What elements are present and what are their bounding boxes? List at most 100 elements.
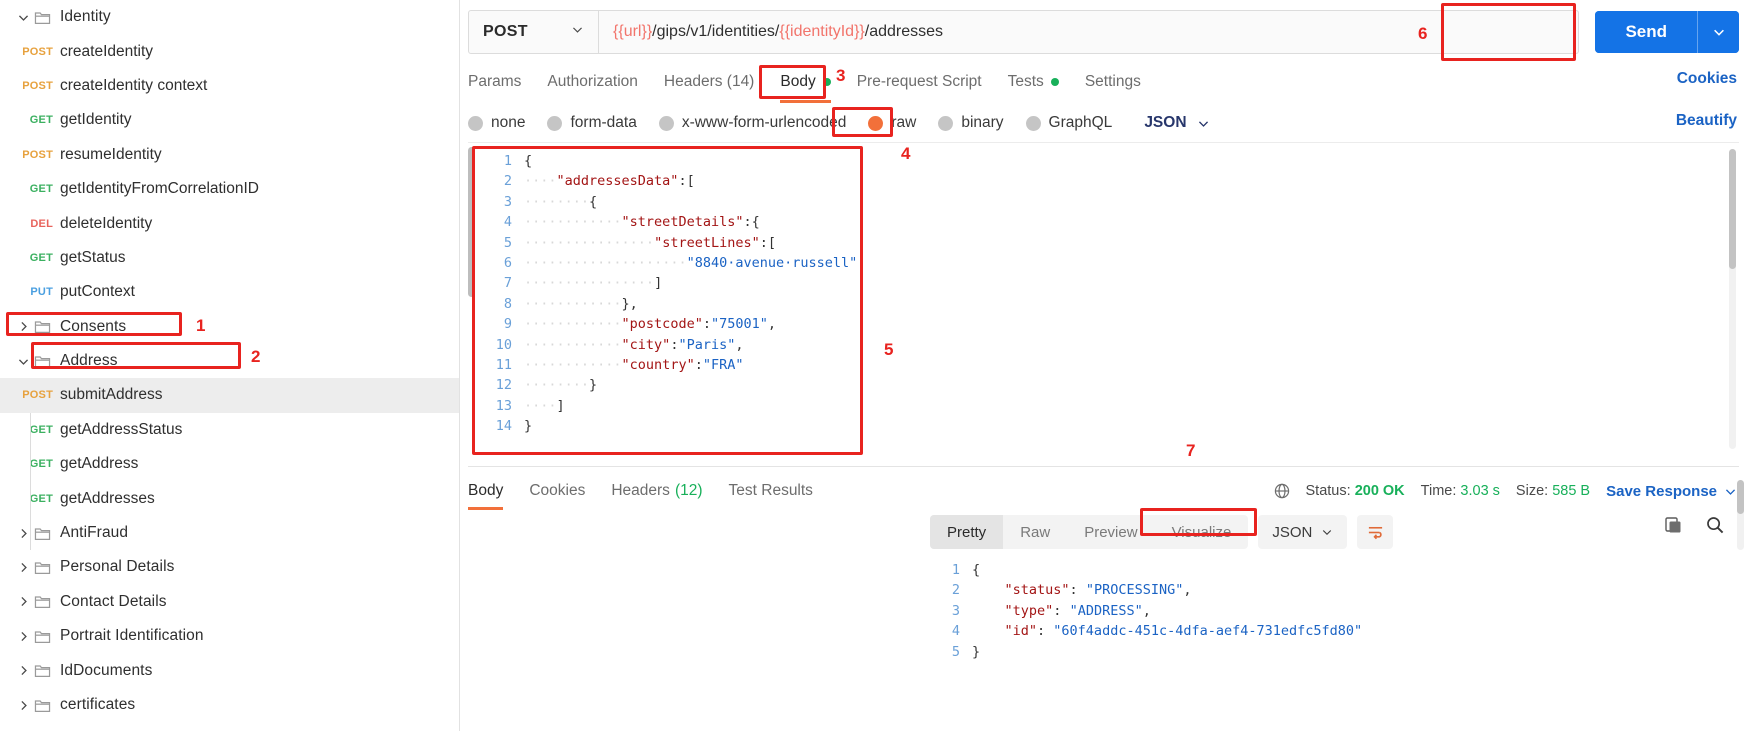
- tab-params[interactable]: Params: [468, 64, 521, 100]
- code-line[interactable]: 10 ············"city":"Paris",: [482, 335, 1739, 355]
- chevron-right-icon[interactable]: [12, 320, 34, 333]
- code-line[interactable]: 11 ············"country":"FRA": [482, 355, 1739, 375]
- line-number: 8: [503, 295, 512, 312]
- sidebar-folder-antifraud[interactable]: AntiFraud: [0, 516, 459, 550]
- sidebar-request-deleteidentity[interactable]: DEL deleteIdentity: [0, 206, 459, 240]
- sidebar-request-submitaddress[interactable]: POST submitAddress: [0, 378, 459, 413]
- chevron-down-icon[interactable]: [12, 11, 34, 24]
- sidebar-request-resumeidentity[interactable]: POST resumeIdentity: [0, 138, 459, 172]
- chevron-down-icon[interactable]: [12, 355, 34, 368]
- copy-icon[interactable]: [1663, 515, 1683, 540]
- response-tab-cookies[interactable]: Cookies: [529, 474, 585, 508]
- tab-headers-14[interactable]: Headers (14): [664, 64, 754, 100]
- sidebar-folder-personal-details[interactable]: Personal Details: [0, 550, 459, 584]
- sidebar-folder-contact-details[interactable]: Contact Details: [0, 585, 459, 619]
- response-scrollbar[interactable]: [1737, 480, 1744, 550]
- tab-body[interactable]: Body: [780, 64, 832, 103]
- body-type-raw[interactable]: raw: [868, 114, 916, 132]
- code-line[interactable]: 3 ········{: [482, 192, 1739, 212]
- code-line[interactable]: 1{: [482, 151, 1739, 171]
- code-line[interactable]: 5}: [930, 642, 1747, 662]
- code-line[interactable]: 14}: [482, 416, 1739, 436]
- sidebar-request-getidentity[interactable]: GET getIdentity: [0, 103, 459, 137]
- request-tabs[interactable]: Params Authorization Headers (14) Body Pre-r…: [468, 64, 1739, 103]
- body-type-form-data[interactable]: form-data: [547, 114, 637, 132]
- sidebar-request-getstatus[interactable]: GET getStatus: [0, 241, 459, 275]
- body-type-radios[interactable]: none form-data x-www-form-urlencoded raw bin…: [468, 108, 1739, 138]
- chevron-right-icon[interactable]: [12, 664, 34, 677]
- code-line[interactable]: 8 ············},: [482, 294, 1739, 314]
- body-type-binary[interactable]: binary: [938, 114, 1004, 132]
- response-format-select[interactable]: JSON: [1258, 515, 1348, 549]
- sidebar-request-getaddress[interactable]: GET getAddress: [0, 447, 459, 481]
- code-line[interactable]: 7 ················]: [482, 273, 1739, 293]
- beautify-link[interactable]: Beautify: [1676, 112, 1737, 130]
- code-line[interactable]: 9 ············"postcode":"75001",: [482, 314, 1739, 334]
- body-type-none[interactable]: none: [468, 114, 525, 132]
- sidebar-folder-identity[interactable]: Identity: [0, 0, 459, 34]
- code-line[interactable]: 13 ····]: [482, 396, 1739, 416]
- chevron-right-icon[interactable]: [12, 595, 34, 608]
- response-view-raw[interactable]: Raw: [1003, 515, 1067, 549]
- request-body-editor[interactable]: 1{2 ····"addressesData":[3 ········{4 ·····…: [468, 142, 1739, 462]
- response-body-code[interactable]: 1{2 "status": "PROCESSING", 3 "type": "AD…: [930, 560, 1747, 662]
- tab-pre-request-script[interactable]: Pre-request Script: [857, 64, 982, 100]
- radio-icon[interactable]: [938, 115, 954, 131]
- body-type-graphql[interactable]: GraphQL: [1025, 114, 1112, 132]
- response-view-preview[interactable]: Preview: [1067, 515, 1154, 549]
- sidebar-request-createidentity[interactable]: POST createIdentity: [0, 34, 459, 68]
- sidebar-folder-consents[interactable]: Consents: [0, 310, 459, 344]
- sidebar-request-getaddressstatus[interactable]: GET getAddressStatus: [0, 413, 459, 447]
- sidebar-request-getaddresses[interactable]: GET getAddresses: [0, 481, 459, 515]
- response-view-visualize[interactable]: Visualize: [1155, 515, 1249, 549]
- collection-tree[interactable]: Identity POST createIdentity POST createIden…: [0, 0, 459, 722]
- chevron-right-icon[interactable]: [12, 561, 34, 574]
- editor-scrollbar-left[interactable]: [468, 147, 475, 297]
- response-tab-headers[interactable]: Headers (12): [611, 474, 702, 508]
- radio-icon[interactable]: [547, 115, 563, 131]
- tab-tests[interactable]: Tests: [1008, 64, 1059, 100]
- code-line[interactable]: 2 ····"addressesData":[: [482, 171, 1739, 191]
- http-method-select[interactable]: POST: [469, 11, 599, 53]
- radio-icon[interactable]: [868, 115, 884, 131]
- sidebar-request-getidentityfromcorrelationid[interactable]: GET getIdentityFromCorrelationID: [0, 172, 459, 206]
- code-line[interactable]: 12 ········}: [482, 375, 1739, 395]
- send-options-caret-icon[interactable]: [1697, 11, 1739, 53]
- radio-icon[interactable]: [658, 115, 674, 131]
- chevron-right-icon[interactable]: [12, 699, 34, 712]
- sidebar-folder-iddocuments[interactable]: IdDocuments: [0, 653, 459, 687]
- save-response-button[interactable]: Save Response: [1606, 483, 1737, 500]
- radio-icon[interactable]: [1025, 115, 1041, 131]
- code-line[interactable]: 4 ············"streetDetails":{: [482, 212, 1739, 232]
- url-input[interactable]: {{url}}/gips/v1/identities/{{identityId}…: [599, 23, 1578, 41]
- code-line[interactable]: 1{: [930, 560, 1747, 580]
- send-button[interactable]: Send: [1595, 11, 1697, 53]
- wrap-lines-button[interactable]: [1357, 515, 1394, 549]
- sidebar-request-putcontext[interactable]: PUT putContext: [0, 275, 459, 309]
- collection-sidebar[interactable]: Identity POST createIdentity POST createIden…: [0, 0, 460, 731]
- chevron-right-icon[interactable]: [12, 630, 34, 643]
- request-body-code[interactable]: 1{2 ····"addressesData":[3 ········{4 ·····…: [468, 143, 1739, 436]
- sidebar-folder-address[interactable]: Address: [0, 344, 459, 378]
- response-view-pretty[interactable]: Pretty: [930, 515, 1004, 549]
- tab-settings[interactable]: Settings: [1085, 64, 1141, 100]
- code-line[interactable]: 4 "id": "60f4addc-451c-4dfa-aef4-731edfc…: [930, 621, 1747, 641]
- response-tab-body[interactable]: Body: [468, 474, 504, 510]
- code-line[interactable]: 2 "status": "PROCESSING",: [930, 580, 1747, 600]
- search-icon[interactable]: [1705, 515, 1725, 540]
- tab-authorization[interactable]: Authorization: [547, 64, 637, 100]
- code-line[interactable]: 6 ····················"8840·avenue·russel…: [482, 253, 1739, 273]
- radio-icon[interactable]: [468, 115, 483, 131]
- cookies-link[interactable]: Cookies: [1677, 70, 1737, 88]
- sidebar-request-createidentity-context[interactable]: POST createIdentity context: [0, 69, 459, 103]
- sidebar-folder-certificates[interactable]: certificates: [0, 688, 459, 722]
- response-view-mode-tabs[interactable]: Pretty Raw Preview Visualize: [930, 515, 1249, 549]
- body-format-select[interactable]: JSON: [1144, 114, 1209, 132]
- body-type-x-www-form-urlencoded[interactable]: x-www-form-urlencoded: [658, 114, 846, 132]
- editor-scrollbar[interactable]: [1729, 149, 1736, 449]
- code-line[interactable]: 3 "type": "ADDRESS",: [930, 601, 1747, 621]
- sidebar-folder-portrait-identification[interactable]: Portrait Identification: [0, 619, 459, 653]
- response-tab-test-results[interactable]: Test Results: [729, 474, 813, 508]
- code-line[interactable]: 5 ················"streetLines":[: [482, 233, 1739, 253]
- request-method-badge: GET: [29, 114, 53, 127]
